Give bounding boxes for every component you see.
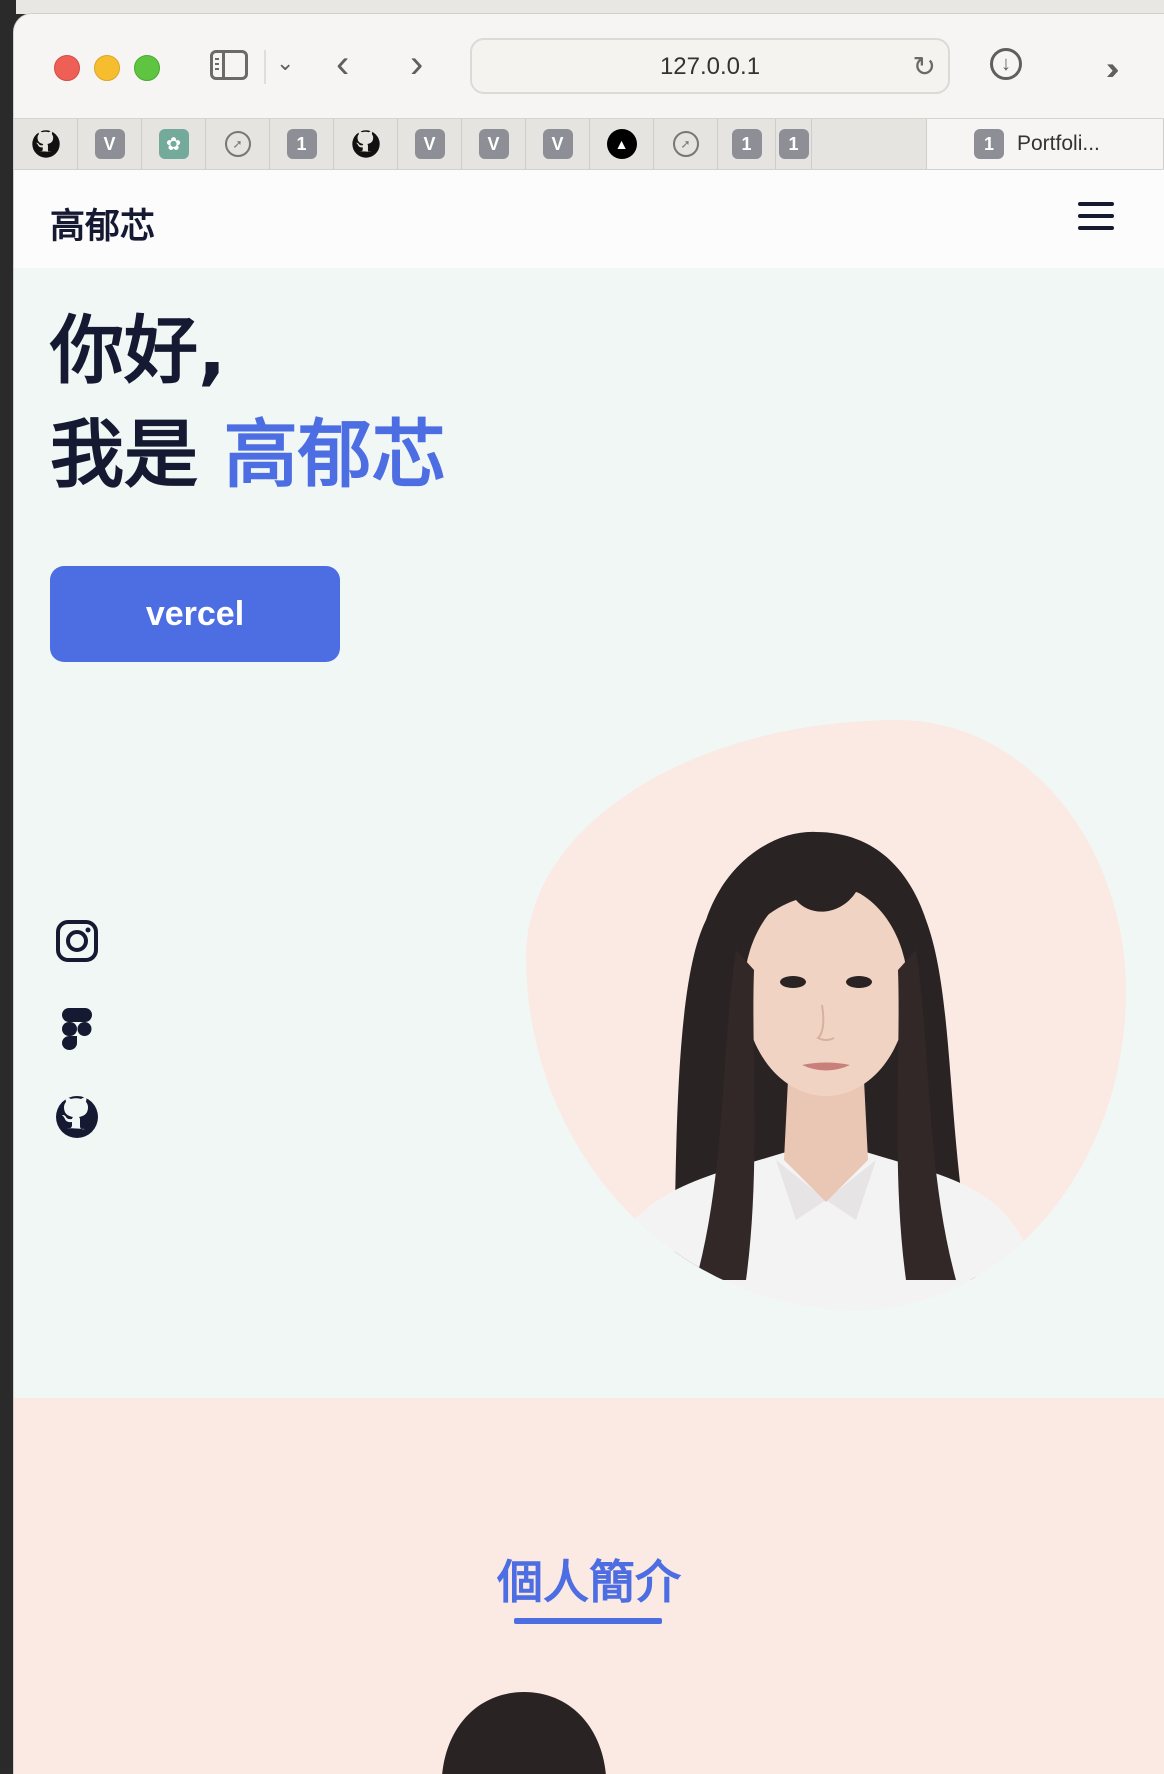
browser-tab[interactable]: V bbox=[398, 119, 462, 169]
v-icon: V bbox=[542, 129, 573, 159]
about-section: 個人簡介 bbox=[14, 1398, 1164, 1774]
toolbar-divider bbox=[264, 50, 266, 84]
tab-icon-label: 1 bbox=[296, 134, 307, 154]
browser-tab[interactable]: V bbox=[462, 119, 526, 169]
tab-icon-label: V bbox=[551, 134, 564, 154]
github-icon bbox=[351, 129, 381, 159]
tab-bar: 1 Portfoli... V ✿ ➚ 1 V V V ▲ ➚ 1 1 bbox=[14, 118, 1164, 170]
one-icon: 1 bbox=[778, 129, 809, 159]
browser-tab[interactable]: ✿ bbox=[142, 119, 206, 169]
tab-icon-label: V bbox=[423, 134, 436, 154]
one-icon: 1 bbox=[286, 129, 317, 159]
tab-icon-label: V bbox=[103, 134, 116, 154]
compass-icon: ➚ bbox=[672, 131, 699, 157]
instagram-icon[interactable] bbox=[54, 918, 100, 964]
browser-toolbar: ⌄ ‹ › 127.0.0.1 ↻ ↓ ›› bbox=[14, 14, 1164, 118]
tab-icon-label: 1 bbox=[788, 134, 799, 154]
menu-icon[interactable] bbox=[1078, 202, 1114, 230]
vercel-button[interactable]: vercel bbox=[50, 566, 340, 662]
tab-title: Portfoli... bbox=[1017, 132, 1100, 155]
back-icon[interactable]: ‹ bbox=[336, 44, 349, 84]
chevron-down-icon[interactable]: ⌄ bbox=[276, 50, 294, 76]
browser-tab[interactable]: 1 bbox=[718, 119, 776, 169]
about-title: 個人簡介 bbox=[497, 1555, 681, 1609]
v-icon: V bbox=[414, 129, 445, 159]
hero-intro: 我是 高郁芯 bbox=[50, 418, 446, 492]
about-photo bbox=[442, 1692, 606, 1774]
download-icon[interactable]: ↓ bbox=[990, 48, 1022, 80]
more-tabs-icon[interactable]: ›› bbox=[1106, 50, 1120, 87]
reload-icon[interactable]: ↻ bbox=[913, 50, 936, 83]
chatgpt-icon: ✿ bbox=[158, 129, 189, 159]
hero-greeting: 你好, bbox=[50, 308, 227, 394]
minimize-window-button[interactable] bbox=[94, 55, 120, 81]
github-icon bbox=[31, 129, 61, 159]
compass-icon: ➚ bbox=[224, 131, 251, 157]
sidebar-toggle-icon[interactable] bbox=[210, 50, 248, 80]
figma-icon[interactable] bbox=[54, 1006, 100, 1052]
github-icon[interactable] bbox=[54, 1094, 100, 1140]
v-icon: V bbox=[94, 129, 125, 159]
tab-portfolio[interactable]: 1 Portfoli... bbox=[926, 119, 1164, 169]
portrait-image bbox=[586, 831, 1046, 1310]
url-text: 127.0.0.1 bbox=[659, 53, 761, 80]
browser-tab[interactable]: 1 bbox=[776, 119, 812, 169]
site-brand[interactable]: 高郁芯 bbox=[50, 198, 155, 249]
browser-tab[interactable] bbox=[334, 119, 398, 169]
browser-window: ⌄ ‹ › 127.0.0.1 ↻ ↓ ›› 1 Portfoli... V ✿ ➚… bbox=[14, 14, 1164, 1774]
tab-icon-label: V bbox=[487, 134, 500, 154]
profile-photo bbox=[526, 720, 1126, 1310]
hero-name: 高郁芯 bbox=[223, 412, 446, 498]
site-navbar: 高郁芯 bbox=[14, 170, 1164, 268]
web-page: 高郁芯 你好, 我是 高郁芯 vercel 個人簡介 bbox=[14, 170, 1164, 1774]
browser-tab[interactable]: ➚ bbox=[654, 119, 718, 169]
browser-tab[interactable]: 1 bbox=[270, 119, 334, 169]
hero-intro-prefix: 我是 bbox=[50, 412, 224, 498]
v-icon: V bbox=[478, 129, 509, 159]
tab-icon-label: 1 bbox=[741, 134, 752, 154]
vercel-icon: ▲ bbox=[606, 129, 637, 159]
browser-tab[interactable]: V bbox=[78, 119, 142, 169]
forward-icon[interactable]: › bbox=[410, 44, 423, 84]
close-window-button[interactable] bbox=[54, 55, 80, 81]
about-title-underline bbox=[514, 1618, 662, 1624]
browser-tab[interactable]: V bbox=[526, 119, 590, 169]
browser-tab[interactable] bbox=[14, 119, 78, 169]
one-icon: 1 bbox=[731, 129, 762, 159]
browser-tab[interactable]: ▲ bbox=[590, 119, 654, 169]
one-icon: 1 bbox=[974, 129, 1004, 159]
desktop-background bbox=[0, 0, 1164, 14]
browser-tab[interactable]: ➚ bbox=[206, 119, 270, 169]
address-bar[interactable]: 127.0.0.1 ↻ bbox=[470, 38, 950, 94]
hero-section: 你好, 我是 高郁芯 vercel bbox=[14, 268, 1164, 1398]
zoom-window-button[interactable] bbox=[134, 55, 160, 81]
